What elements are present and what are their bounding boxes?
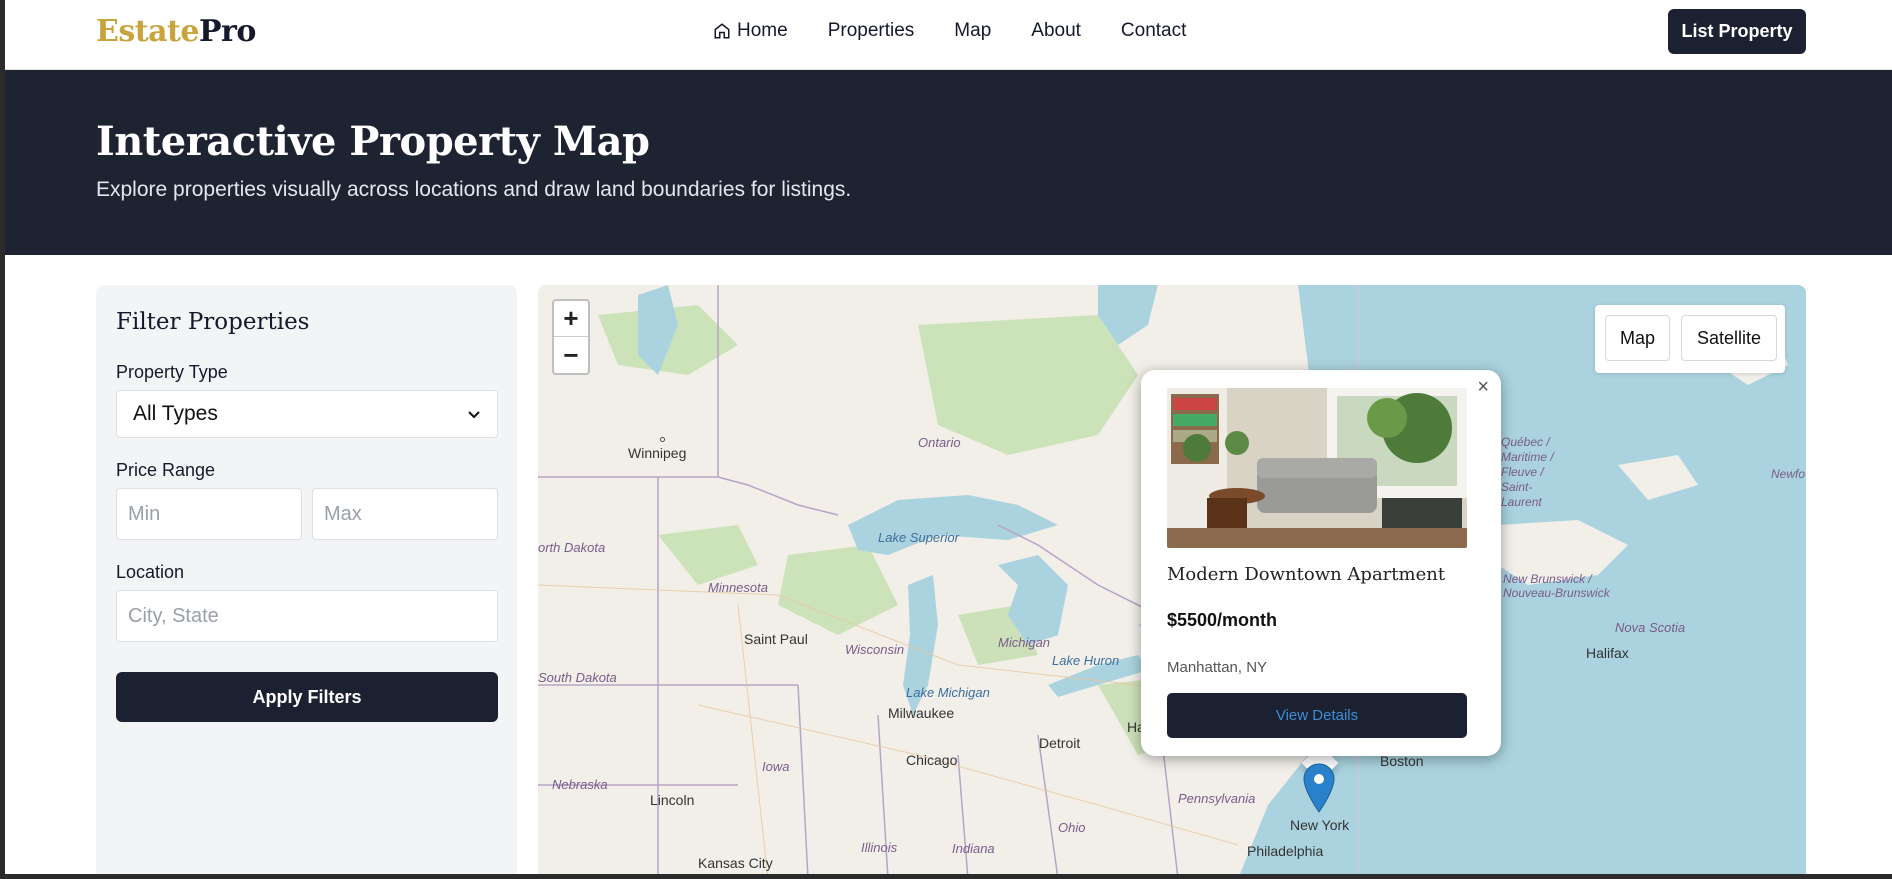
- location-label: Location: [116, 562, 185, 582]
- label-philadelphia: Philadelphia: [1247, 843, 1324, 859]
- list-property-button[interactable]: List Property: [1668, 9, 1806, 54]
- nav-properties[interactable]: Properties: [828, 20, 915, 42]
- top-header: EstatePro Home Properties Map About Cont…: [5, 0, 1892, 70]
- label-pennsylvania: Pennsylvania: [1178, 791, 1256, 806]
- label-lincoln: Lincoln: [650, 792, 695, 808]
- label-iowa: Iowa: [762, 759, 790, 774]
- label-south-dakota: South Dakota: [538, 670, 617, 685]
- logo-pro: Pro: [199, 14, 256, 49]
- map-pin-icon[interactable]: [1303, 763, 1335, 813]
- price-min-placeholder: Min: [128, 502, 161, 525]
- zoom-out-button[interactable]: −: [554, 337, 588, 373]
- label-indiana: Indiana: [952, 841, 995, 856]
- label-lake-huron: Lake Huron: [1052, 653, 1120, 668]
- label-new-york: New York: [1290, 817, 1350, 833]
- popup-property-price: $5500/month: [1167, 610, 1278, 630]
- logo-estate: Estate: [96, 14, 200, 49]
- satellite-view-button[interactable]: Satellite: [1681, 315, 1777, 361]
- label-north-dakota: orth Dakota: [538, 540, 606, 555]
- label-quebec-fragment: Québec / Maritime / Fleuve / Saint-Laure…: [1501, 435, 1554, 509]
- window-frame-bottom: [0, 874, 1892, 879]
- price-max-placeholder: Max: [324, 502, 362, 525]
- nav-about[interactable]: About: [1031, 20, 1081, 42]
- filter-panel: Filter Properties Property Type All Type…: [96, 285, 517, 879]
- nav-home[interactable]: Home: [713, 20, 788, 42]
- price-max-input[interactable]: Max: [312, 488, 498, 540]
- label-newfoundland: Newfo: [1771, 467, 1806, 481]
- home-icon: [714, 23, 730, 39]
- label-chicago: Chicago: [906, 752, 958, 768]
- page-title: Interactive Property Map: [96, 118, 650, 165]
- hero-banner: Interactive Property Map Explore propert…: [5, 70, 1892, 255]
- view-details-button[interactable]: View Details: [1167, 693, 1467, 738]
- property-map[interactable]: Winnipeg Ontario Lake Superior orth Dako…: [538, 285, 1806, 879]
- apply-filters-button[interactable]: Apply Filters: [116, 672, 498, 722]
- label-kansas-city: Kansas City: [698, 855, 773, 871]
- map-view-button[interactable]: Map: [1605, 315, 1670, 361]
- property-photo: [1167, 388, 1467, 548]
- label-nebraska: Nebraska: [552, 777, 608, 792]
- popup-property-location: Manhattan, NY: [1167, 659, 1268, 676]
- label-michigan: Michigan: [998, 635, 1051, 650]
- property-popup: × Modern Downtown Apartment $5500/month …: [1141, 370, 1501, 756]
- label-lake-michigan: Lake Michigan: [906, 685, 990, 700]
- close-icon[interactable]: ×: [1477, 376, 1489, 399]
- label-detroit: Detroit: [1039, 735, 1081, 751]
- price-range-label: Price Range: [116, 460, 216, 480]
- logo[interactable]: EstatePro: [96, 14, 256, 49]
- label-milwaukee: Milwaukee: [888, 705, 955, 721]
- label-new-brunswick: New Brunswick / Nouveau-Brunswick: [1503, 572, 1610, 600]
- main-nav: Home Properties Map About Contact: [713, 20, 1186, 42]
- label-saint-paul: Saint Paul: [744, 631, 808, 647]
- chevron-down-icon: [468, 411, 480, 419]
- property-type-value: All Types: [133, 402, 218, 425]
- label-minnesota: Minnesota: [708, 580, 768, 595]
- nav-home-label: Home: [737, 20, 788, 41]
- label-lake-superior: Lake Superior: [878, 530, 959, 545]
- nav-contact[interactable]: Contact: [1121, 20, 1186, 42]
- label-winnipeg: Winnipeg: [628, 445, 687, 461]
- map-layer-toggle: Map Satellite: [1595, 305, 1785, 373]
- city-dot: [660, 437, 665, 442]
- label-ontario: Ontario: [918, 435, 961, 450]
- page-subtitle: Explore properties visually across locat…: [96, 178, 852, 201]
- property-type-select[interactable]: All Types: [116, 390, 498, 438]
- location-placeholder: City, State: [128, 604, 219, 627]
- filter-title: Filter Properties: [116, 309, 310, 335]
- nav-map[interactable]: Map: [954, 20, 991, 42]
- location-input[interactable]: City, State: [116, 590, 498, 642]
- label-ohio: Ohio: [1058, 820, 1086, 835]
- label-nova-scotia: Nova Scotia: [1615, 620, 1686, 635]
- label-halifax: Halifax: [1586, 645, 1629, 661]
- popup-property-title: Modern Downtown Apartment: [1167, 564, 1446, 585]
- zoom-in-button[interactable]: +: [554, 301, 588, 337]
- zoom-control: + −: [552, 299, 590, 375]
- label-illinois: Illinois: [861, 840, 898, 855]
- label-wisconsin: Wisconsin: [845, 642, 905, 657]
- property-type-label: Property Type: [116, 362, 228, 382]
- price-min-input[interactable]: Min: [116, 488, 302, 540]
